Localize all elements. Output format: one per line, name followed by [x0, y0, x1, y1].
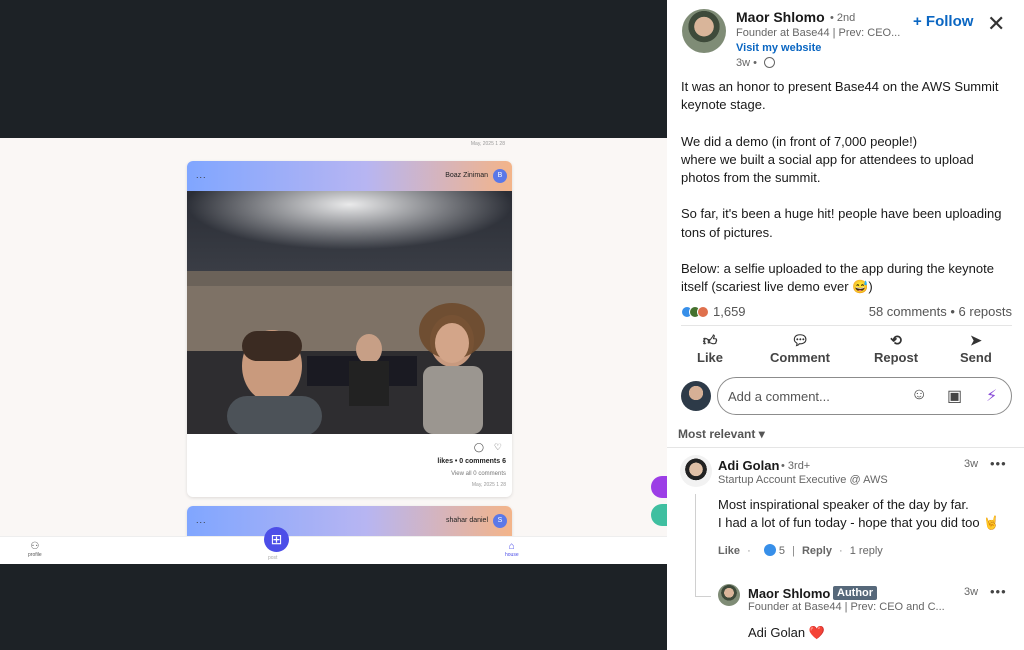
reaction-count: 1,659	[713, 304, 746, 319]
add-post-button[interactable]: ⊞	[264, 527, 289, 552]
avatar: B	[493, 169, 507, 183]
comment-time: 3w	[964, 586, 979, 598]
commenter-avatar[interactable]	[718, 584, 740, 606]
like-button[interactable]: 👍︎ Like	[697, 332, 723, 365]
nav-post-label: post	[268, 555, 278, 561]
connection-degree: • 3rd+	[781, 460, 811, 472]
plus-square-icon: ⊞	[270, 531, 283, 547]
post-paragraph: So far, it's been a huge hit! people hav…	[681, 206, 1002, 240]
divider	[681, 325, 1012, 326]
comment-button[interactable]: 💬︎ Comment	[770, 332, 830, 365]
nav-house[interactable]: ⌂ house	[505, 541, 519, 559]
comment-placeholder: Add a comment...	[728, 389, 830, 404]
comment-text: Adi Golan ❤️	[748, 625, 825, 640]
comment-text-line: I had a lot of fun today - hope that you…	[718, 515, 1000, 530]
card-menu-button[interactable]: ...	[196, 170, 207, 180]
sort-comments-dropdown[interactable]: Most relevant ▾	[678, 427, 765, 441]
comment-icon: 💬︎	[791, 332, 809, 348]
comment-like-count: 5	[778, 545, 785, 557]
post-paragraph: We did a demo (in front of 7,000 people!…	[681, 133, 974, 185]
current-user-avatar	[681, 381, 711, 411]
avatar: S	[493, 514, 507, 528]
card-header: ... Boaz Ziniman B	[187, 161, 512, 191]
post-timestamp: 3w •	[736, 57, 757, 69]
thread-line	[695, 596, 711, 597]
card-menu-button[interactable]: ...	[196, 515, 207, 525]
card-username: shahar daniel	[445, 517, 488, 524]
view-all-comments-link[interactable]: View all 0 comments	[451, 471, 506, 477]
author-headline: Founder at Base44 | Prev: CEO...	[736, 27, 901, 39]
card-date: May, 2025 1 28	[470, 141, 505, 147]
comment-input[interactable]: Add a comment... ☺ ▣ ⚡︎	[717, 377, 1012, 415]
emoji-icon[interactable]: ☺	[911, 386, 927, 404]
comment-actions: Like · 5 | Reply · 1 reply	[718, 544, 883, 557]
card-footer: ◯ ♡ likes • 0 comments 6 View all 0 comme…	[187, 434, 512, 497]
post-details-panel: Maor Shlomo • 2nd Founder at Base44 | Pr…	[667, 0, 1024, 650]
thumbs-up-icon: 👍︎	[702, 332, 718, 348]
person-icon: ⚇	[30, 541, 40, 552]
repost-button[interactable]: ⟲ Repost	[874, 332, 918, 365]
love-reaction-icon	[697, 306, 709, 318]
follow-button[interactable]: + Follow	[913, 13, 973, 30]
author-badge: Author	[833, 586, 878, 600]
commenter-avatar[interactable]	[680, 455, 712, 487]
post-paragraph: Below: a selfie uploaded to the app duri…	[681, 260, 994, 295]
more-options-button[interactable]: •••	[990, 584, 1007, 599]
bottom-nav: ⚇ profile ⊞ post ⌂ house	[0, 527, 667, 564]
commenter-name[interactable]: Adi Golan	[718, 458, 779, 473]
commenter-headline: Startup Account Executive @ AWS	[718, 474, 888, 486]
like-reaction-icon	[763, 544, 776, 556]
heart-icon[interactable]: ♡	[494, 442, 502, 452]
repost-icon: ⟲	[890, 332, 902, 348]
thread-line	[695, 494, 696, 596]
more-options-button[interactable]: •••	[990, 456, 1007, 471]
commenter-headline: Founder at Base44 | Prev: CEO and C...	[748, 601, 945, 613]
card-header: ... shahar daniel S	[187, 506, 512, 536]
comment-like-button[interactable]: Like	[718, 545, 740, 557]
visit-website-link[interactable]: Visit my website	[736, 42, 821, 54]
comment-text-line: Most inspirational speaker of the day by…	[718, 497, 969, 512]
side-action-button[interactable]	[651, 476, 667, 498]
post-card: ... Boaz Ziniman B ◯ ♡ likes • 0 comment…	[187, 161, 512, 497]
connection-degree: • 2nd	[830, 12, 856, 24]
globe-icon	[764, 57, 775, 68]
send-button[interactable]: ➤ Send	[960, 332, 992, 365]
send-icon: ➤	[970, 332, 982, 348]
image-icon[interactable]: ▣	[947, 386, 962, 406]
author-avatar[interactable]	[682, 9, 726, 53]
close-icon[interactable]: ✕	[987, 13, 1005, 35]
post-text: It was an honor to present Base44 on the…	[681, 78, 1016, 315]
side-action-button[interactable]	[651, 504, 667, 526]
likes-summary: likes • 0 comments 6	[437, 458, 506, 465]
house-icon: ⌂	[508, 541, 515, 552]
nav-profile[interactable]: ⚇ profile	[28, 541, 42, 559]
post-paragraph: It was an honor to present Base44 on the…	[681, 79, 999, 113]
reply-button[interactable]: Reply	[802, 545, 832, 557]
comment-time: 3w	[964, 458, 979, 470]
divider	[667, 447, 1024, 448]
app-screenshot[interactable]: May, 2025 1 28 ... Boaz Ziniman B ◯ ♡ li…	[0, 138, 667, 564]
selfie-photo	[187, 191, 512, 434]
comment-icon[interactable]: ◯	[474, 442, 484, 452]
commenter-name[interactable]: Maor Shlomo	[748, 586, 830, 601]
author-name[interactable]: Maor Shlomo	[736, 9, 825, 25]
card-username: Boaz Ziniman	[445, 172, 488, 179]
media-viewer: May, 2025 1 28 ... Boaz Ziniman B ◯ ♡ li…	[0, 0, 667, 650]
comments-reposts-count[interactable]: 58 comments • 6 reposts	[869, 304, 1012, 319]
reactions-summary[interactable]: 1,659	[681, 304, 746, 319]
lightning-icon[interactable]: ⚡︎	[986, 386, 997, 406]
card-date: May, 2025 1 28	[471, 482, 506, 488]
replies-count[interactable]: 1 reply	[850, 545, 883, 557]
